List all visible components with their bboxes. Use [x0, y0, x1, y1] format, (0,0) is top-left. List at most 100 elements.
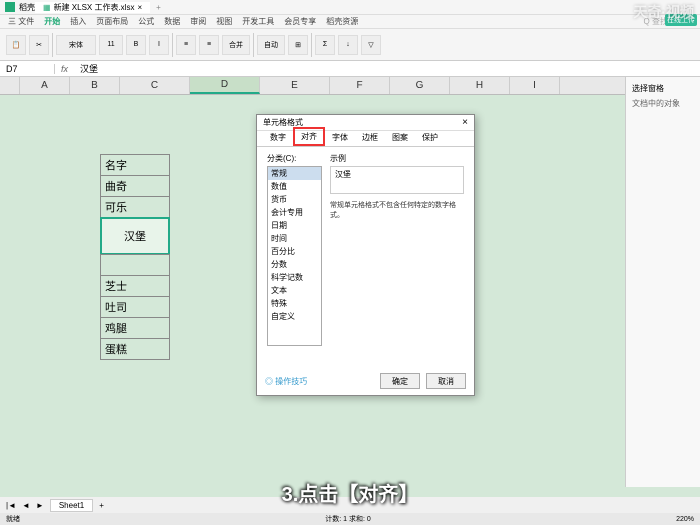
sample-value: 汉堡: [335, 170, 351, 179]
menu-formula[interactable]: 公式: [138, 16, 154, 27]
cat-text[interactable]: 文本: [268, 284, 321, 297]
watermark: 天奇·视频: [633, 2, 694, 22]
cell-cake[interactable]: 蛋糕: [100, 338, 170, 360]
category-list[interactable]: 常规 数值 货币 会计专用 日期 时间 百分比 分数 科学记数 文本 特殊 自定…: [267, 166, 322, 346]
filter-button[interactable]: ▽: [361, 35, 381, 55]
cell-format-dialog: 单元格格式 × 数字 对齐 字体 边框 图案 保护 分类(C): 常规 数值 货…: [256, 114, 475, 396]
sample-label: 示例: [330, 153, 464, 164]
zoom-level[interactable]: 220%: [676, 516, 694, 523]
col-F[interactable]: F: [330, 77, 390, 94]
col-E[interactable]: E: [260, 77, 330, 94]
titlebar: 稻壳 ▦ 新建 XLSX 工作表.xlsx × +: [0, 0, 700, 15]
tab-pattern[interactable]: 图案: [385, 129, 415, 146]
cat-time[interactable]: 时间: [268, 232, 321, 245]
tab-border[interactable]: 边框: [355, 129, 385, 146]
menu-docer[interactable]: 稻壳资源: [326, 16, 358, 27]
tab-font[interactable]: 字体: [325, 129, 355, 146]
sum-button[interactable]: Σ: [315, 35, 335, 55]
cell-chicken[interactable]: 鸡腿: [100, 317, 170, 339]
menu-review[interactable]: 审阅: [190, 16, 206, 27]
ok-button[interactable]: 确定: [380, 373, 420, 389]
tab-align[interactable]: 对齐: [293, 127, 325, 146]
cell-cheese[interactable]: 芝士: [100, 275, 170, 297]
tips-link[interactable]: ◎ 操作技巧: [265, 376, 307, 387]
cat-special[interactable]: 特殊: [268, 297, 321, 310]
file-tab[interactable]: ▦ 新建 XLSX 工作表.xlsx ×: [35, 2, 150, 13]
ribbon: 📋 ✂ 宋体 11 B I ≡ ≡ 合并 自动 ⊞ Σ ↓ ▽: [0, 29, 700, 61]
cancel-button[interactable]: 取消: [426, 373, 466, 389]
col-I[interactable]: I: [510, 77, 560, 94]
size-select[interactable]: 11: [99, 35, 123, 55]
cat-currency[interactable]: 货币: [268, 193, 321, 206]
format-button[interactable]: ⊞: [288, 35, 308, 55]
cell-empty[interactable]: [100, 254, 170, 276]
menu-insert[interactable]: 插入: [70, 16, 86, 27]
format-description: 常规单元格格式不包含任何特定的数字格式。: [330, 200, 464, 220]
menubar: 三 文件 开始 插入 页面布局 公式 数据 审阅 视图 开发工具 会员专享 稻壳…: [0, 15, 700, 29]
cell-burger-selected[interactable]: 汉堡: [100, 217, 170, 255]
cat-general[interactable]: 常规: [268, 167, 321, 180]
cat-scientific[interactable]: 科学记数: [268, 271, 321, 284]
menu-start[interactable]: 开始: [44, 16, 60, 27]
menu-layout[interactable]: 页面布局: [96, 16, 128, 27]
cat-custom[interactable]: 自定义: [268, 310, 321, 323]
panel-sub: 文档中的对象: [632, 98, 694, 109]
panel-title: 选择窗格: [632, 83, 694, 94]
cell-cola[interactable]: 可乐: [100, 196, 170, 218]
cat-accounting[interactable]: 会计专用: [268, 206, 321, 219]
cell-toast[interactable]: 吐司: [100, 296, 170, 318]
fx-button[interactable]: fx: [55, 64, 74, 74]
menu-file[interactable]: 三 文件: [8, 16, 34, 27]
app-name: 稻壳: [19, 2, 35, 13]
cat-number[interactable]: 数值: [268, 180, 321, 193]
menu-view[interactable]: 视图: [216, 16, 232, 27]
nav-first[interactable]: |◄: [6, 501, 16, 510]
tab-protect[interactable]: 保护: [415, 129, 445, 146]
col-D[interactable]: D: [190, 77, 260, 94]
col-H[interactable]: H: [450, 77, 510, 94]
new-tab-button[interactable]: +: [150, 3, 167, 12]
col-C[interactable]: C: [120, 77, 190, 94]
menu-vip[interactable]: 会员专享: [284, 16, 316, 27]
font-select[interactable]: 宋体: [56, 35, 96, 55]
cell-name[interactable]: 名字: [100, 154, 170, 176]
col-A[interactable]: A: [20, 77, 70, 94]
sort-button[interactable]: ↓: [338, 35, 358, 55]
right-panel: 选择窗格 文档中的对象: [625, 77, 700, 487]
close-tab-icon[interactable]: ×: [137, 3, 142, 12]
category-label: 分类(C):: [267, 153, 322, 164]
name-box[interactable]: D7: [0, 64, 55, 74]
bold-button[interactable]: B: [126, 35, 146, 55]
status-count: 计数: 1 求和: 0: [325, 514, 371, 524]
status-left: 就绪: [6, 514, 20, 524]
align-left[interactable]: ≡: [176, 35, 196, 55]
close-icon[interactable]: ×: [462, 117, 468, 128]
tutorial-caption: 3.点击【对齐】: [282, 478, 419, 507]
cut-button[interactable]: ✂: [29, 35, 49, 55]
wrap-button[interactable]: 自动: [257, 35, 285, 55]
tab-number[interactable]: 数字: [263, 129, 293, 146]
menu-data[interactable]: 数据: [164, 16, 180, 27]
app-icon: [5, 2, 15, 12]
italic-button[interactable]: I: [149, 35, 169, 55]
nav-prev[interactable]: ◄: [22, 501, 30, 510]
col-B[interactable]: B: [70, 77, 120, 94]
cat-percent[interactable]: 百分比: [268, 245, 321, 258]
cell-cookie[interactable]: 曲奇: [100, 175, 170, 197]
sheet-tab-1[interactable]: Sheet1: [50, 499, 93, 512]
formula-bar: D7 fx 汉堡: [0, 61, 700, 77]
cat-fraction[interactable]: 分数: [268, 258, 321, 271]
add-sheet[interactable]: +: [99, 501, 104, 510]
align-center[interactable]: ≡: [199, 35, 219, 55]
paste-button[interactable]: 📋: [6, 35, 26, 55]
cat-date[interactable]: 日期: [268, 219, 321, 232]
col-G[interactable]: G: [390, 77, 450, 94]
dialog-tabs: 数字 对齐 字体 边框 图案 保护: [257, 131, 474, 147]
column-headers: A B C D E F G H I: [0, 77, 700, 95]
filename: 新建 XLSX 工作表.xlsx: [54, 2, 135, 13]
nav-next[interactable]: ►: [36, 501, 44, 510]
menu-dev[interactable]: 开发工具: [242, 16, 274, 27]
statusbar: 就绪 计数: 1 求和: 0 220%: [0, 513, 700, 525]
merge-button[interactable]: 合并: [222, 35, 250, 55]
formula-content[interactable]: 汉堡: [74, 62, 104, 75]
